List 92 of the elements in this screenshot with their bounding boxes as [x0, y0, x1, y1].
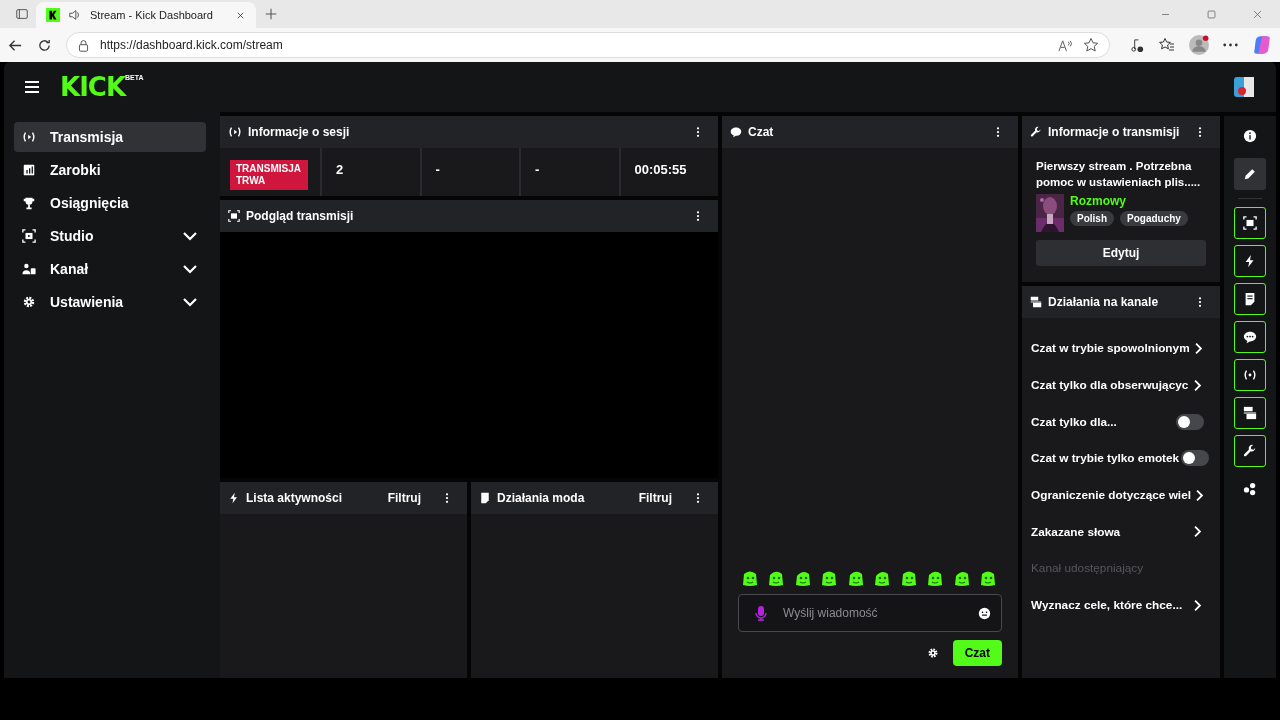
- studio-icon: [228, 210, 240, 222]
- avatar-icon[interactable]: [1232, 75, 1256, 99]
- channel-icon: [1030, 296, 1042, 308]
- address-bar[interactable]: https://dashboard.kick.com/stream: [66, 32, 1110, 58]
- note-icon: [1243, 292, 1257, 306]
- kick-favicon-icon: [46, 8, 60, 22]
- users-icon: [22, 262, 36, 276]
- filter-button[interactable]: Filtruj: [638, 491, 686, 505]
- chat-bubble-icon: [1243, 330, 1257, 344]
- filter-button[interactable]: Filtruj: [387, 491, 435, 505]
- chat-bubble-icon: [730, 126, 742, 138]
- channel-action[interactable]: Ograniczenie dotyczące wiel: [1030, 476, 1212, 514]
- panel-title: Informacje o transmisji: [1048, 125, 1181, 139]
- stat-value: 2: [336, 162, 344, 177]
- panel-title: Czat: [748, 125, 775, 139]
- sidebar-item[interactable]: Transmisja: [14, 122, 206, 152]
- sidebar-item[interactable]: Zarobki: [14, 155, 206, 185]
- channel-action[interactable]: Wyznacz cele, które chce...: [1030, 586, 1212, 624]
- copilot-icon: [1252, 35, 1272, 55]
- close-icon: [1251, 8, 1263, 20]
- tag-chip: Pogaduchy: [1120, 211, 1188, 226]
- stat-value: 00:05:55: [634, 162, 687, 177]
- rail-button[interactable]: [1234, 435, 1266, 467]
- toggle-switch[interactable]: [1181, 450, 1210, 467]
- panel-title: Działania na kanale: [1048, 295, 1160, 309]
- stat-value: -: [435, 162, 440, 177]
- panel-title: Informacje o sesji: [248, 125, 351, 139]
- wrench-icon: [1030, 126, 1042, 138]
- broadcast-icon: [22, 130, 36, 144]
- category-link[interactable]: Rozmowy: [1070, 194, 1188, 208]
- send-button[interactable]: Czat: [952, 640, 1002, 666]
- message-field[interactable]: Wyślij wiadomość: [738, 594, 1002, 632]
- live-badge: TRANSMISJA TRWA: [230, 160, 308, 190]
- note-icon: [479, 492, 491, 504]
- read-aloud-icon: [1058, 37, 1073, 53]
- channel-action[interactable]: Czat tylko dla obserwującyc: [1030, 366, 1212, 404]
- toggle-label: Czat w trybie tylko emotek: [1031, 451, 1180, 466]
- lock-icon: [77, 38, 90, 52]
- emoji-icon: [978, 606, 991, 620]
- broadcast-icon: [228, 125, 242, 139]
- panel-title: Działania moda: [497, 491, 586, 505]
- dots-cluster-icon: [1243, 482, 1257, 496]
- info-icon: [1243, 129, 1257, 143]
- maximize-icon: [1205, 8, 1217, 20]
- toggle-switch[interactable]: [1176, 413, 1204, 430]
- channel-icon: [1243, 406, 1257, 420]
- broadcast-icon: [1243, 368, 1257, 382]
- more-icon[interactable]: [1223, 43, 1238, 47]
- plus-icon: [264, 7, 278, 21]
- tab-title: Stream - Kick Dashboard: [90, 9, 214, 21]
- channel-action: Kanał udostępniający: [1030, 560, 1145, 578]
- message-input[interactable]: Wyślij wiadomość: [781, 595, 966, 631]
- star-icon: [1083, 37, 1099, 53]
- sidebar-item[interactable]: Studio: [14, 221, 206, 251]
- rail-button[interactable]: [1234, 359, 1266, 391]
- gear-icon: [926, 647, 939, 659]
- studio-icon: [22, 229, 36, 243]
- rail-button[interactable]: [1234, 158, 1266, 190]
- rail-button[interactable]: [1234, 397, 1266, 429]
- menu-icon: [24, 79, 40, 95]
- stream-title: Pierwszy stream . Potrzebna pomoc w ustawieniach plis.....: [1036, 159, 1202, 190]
- pencil-icon: [1243, 167, 1257, 181]
- sidebar-item[interactable]: Ustawienia: [14, 287, 206, 317]
- channel-action[interactable]: Zakazane słowa: [1030, 513, 1212, 551]
- panel-title: Lista aktywności: [246, 491, 344, 505]
- panel-title: Podgląd transmisji: [246, 209, 355, 223]
- rail-button[interactable]: [1234, 283, 1266, 315]
- studio-icon: [1243, 216, 1257, 230]
- gear-icon: [22, 295, 36, 309]
- microphone-icon: [753, 605, 769, 621]
- refresh-icon: [37, 37, 52, 53]
- favorites-icon: [1159, 37, 1175, 53]
- toggle-label: Czat tylko dla...: [1031, 414, 1118, 429]
- edit-button[interactable]: Edytuj: [1036, 240, 1206, 266]
- tag-chip: Polish: [1070, 211, 1114, 226]
- wrench-icon: [1243, 444, 1257, 458]
- sidebar-item[interactable]: Kanał: [14, 254, 206, 284]
- trophy-icon: [22, 196, 36, 210]
- tab-list-icon: [15, 7, 29, 21]
- profile-icon: [1189, 35, 1209, 55]
- sidebar-item[interactable]: Osiągnięcia: [14, 188, 206, 218]
- url-text: https://dashboard.kick.com/stream: [100, 38, 284, 52]
- channel-action[interactable]: Czat w trybie spowolnionym: [1030, 330, 1212, 367]
- rail-button[interactable]: [1234, 207, 1266, 239]
- browser-tab[interactable]: Stream - Kick Dashboard: [36, 2, 256, 28]
- speaker-icon: [68, 8, 82, 22]
- chart-icon: [22, 163, 36, 177]
- lightning-icon: [228, 492, 240, 504]
- stat-value: -: [535, 162, 540, 177]
- rail-button[interactable]: [1234, 321, 1266, 353]
- rail-button[interactable]: [1234, 245, 1266, 277]
- music-icon: [1130, 37, 1145, 53]
